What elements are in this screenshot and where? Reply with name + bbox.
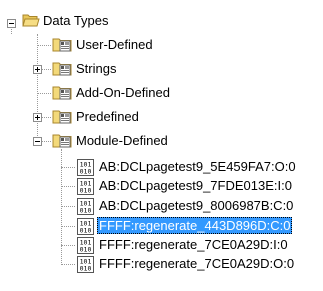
binary-datatype-icon: 101 010	[77, 159, 94, 176]
svg-text:010: 010	[80, 187, 92, 195]
tree-node-label: AB:DCLpagetest9_7FDE013E:I:0	[99, 178, 292, 193]
datatype-folder-icon	[52, 38, 72, 52]
collapse-toggle[interactable]	[7, 19, 16, 28]
datatype-folder-icon	[52, 62, 72, 76]
datatype-folder-icon	[52, 110, 72, 124]
binary-datatype-icon: 101 010	[77, 198, 94, 215]
expand-toggle[interactable]	[33, 65, 42, 74]
tree-node-add-on-defined[interactable]: Add-On-Defined	[0, 82, 200, 104]
tree-node-label: Strings	[76, 61, 117, 76]
tree-node-module-type[interactable]: 101 010 AB:DCLpagetest9_7FDE013E:I:0	[0, 175, 323, 197]
expand-toggle[interactable]	[33, 113, 42, 122]
tree-node-strings[interactable]: Strings	[0, 58, 200, 80]
folder-open-icon	[22, 14, 40, 27]
svg-text:010: 010	[80, 265, 92, 273]
tree-node-module-type[interactable]: 101 010 AB:DCLpagetest9_8006987B:C:0	[0, 195, 323, 217]
tree-node-module-type[interactable]: 101 010 FFFF:regenerate_7CE0A29D:O:0	[0, 253, 323, 275]
tree-node-predefined[interactable]: Predefined	[0, 106, 200, 128]
tree-node-data-types[interactable]: Data Types	[0, 10, 200, 32]
tree-node-user-defined[interactable]: User-Defined	[0, 34, 200, 56]
svg-text:010: 010	[80, 207, 92, 215]
tree-node-label: FFFF:regenerate_443D896D:C:0	[97, 217, 293, 234]
binary-datatype-icon: 101 010	[77, 256, 94, 273]
datatype-folder-icon	[52, 86, 72, 100]
tree-node-module-defined[interactable]: Module-Defined	[0, 130, 200, 152]
binary-datatype-icon: 101 010	[77, 237, 94, 254]
tree-node-label: Module-Defined	[76, 133, 168, 148]
binary-datatype-icon: 101 010	[77, 218, 94, 235]
binary-datatype-icon: 101 010	[77, 178, 94, 195]
collapse-toggle[interactable]	[33, 137, 42, 146]
tree-node-label: AB:DCLpagetest9_5E459FA7:O:0	[99, 159, 296, 174]
tree-node-label: Add-On-Defined	[76, 85, 170, 100]
tree-node-label: Data Types	[43, 13, 109, 28]
tree-node-label: User-Defined	[76, 37, 153, 52]
tree-node-label: AB:DCLpagetest9_8006987B:C:0	[99, 198, 294, 213]
tree-node-label: Predefined	[76, 109, 139, 124]
datatype-folder-icon	[52, 134, 72, 148]
data-types-tree: Data Types User-Defined Strings Add-On-D…	[0, 0, 323, 291]
tree-node-label: FFFF:regenerate_7CE0A29D:O:0	[99, 256, 295, 271]
tree-node-label: FFFF:regenerate_7CE0A29D:I:0	[99, 237, 288, 252]
